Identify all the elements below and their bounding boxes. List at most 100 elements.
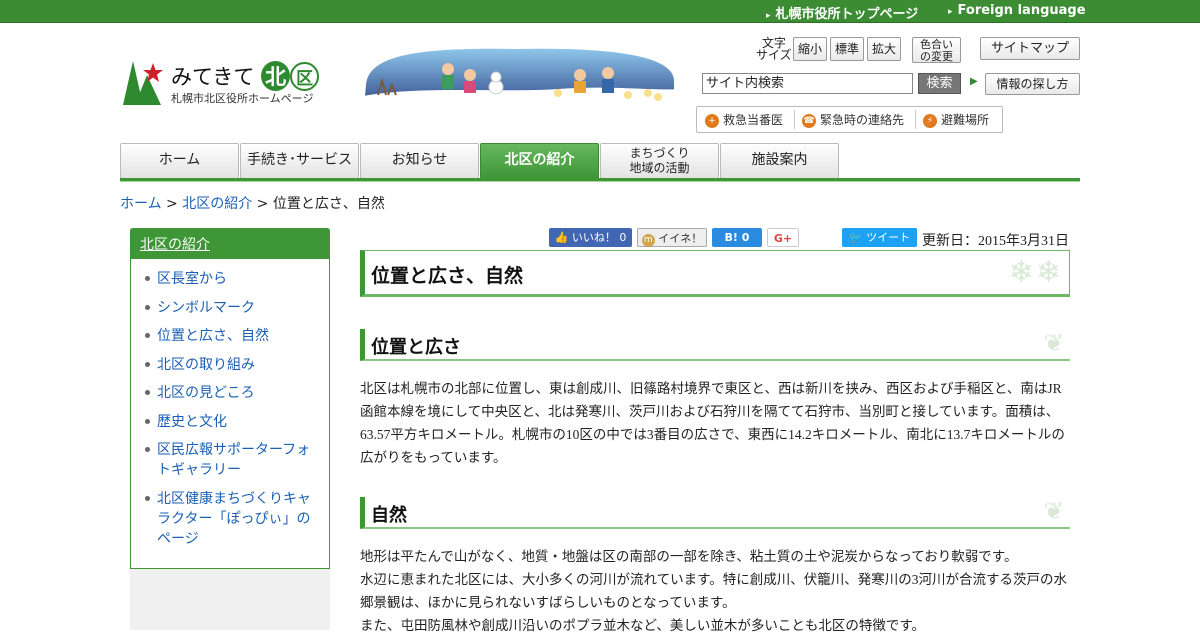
paragraph: また、屯田防風林や創成川沿いのポプラ並木など、美しい並木が多いことも北区の特徴で… bbox=[360, 618, 925, 633]
bird-icon: 🐦 bbox=[848, 231, 863, 244]
mixi-label: イイネ！ bbox=[658, 232, 703, 245]
breadcrumb-home[interactable]: ホーム bbox=[120, 196, 162, 212]
sidebar-item: シンボルマーク bbox=[143, 298, 319, 318]
logo-badge-kita: 北 bbox=[261, 61, 291, 91]
breadcrumb-current: 位置と広さ、自然 bbox=[272, 196, 385, 212]
nav-news[interactable]: お知らせ bbox=[360, 143, 479, 178]
sidebar-item: 区民広報サポーターフォトギャラリー bbox=[143, 440, 319, 480]
breadcrumb-separator: > bbox=[161, 196, 183, 212]
site-logo[interactable]: みてきて 北区 札幌市北区役所ホームページ bbox=[121, 57, 331, 107]
breadcrumb: ホーム > 北区の紹介 > 位置と広さ、自然 bbox=[120, 193, 385, 213]
snow-scene-banner bbox=[358, 48, 678, 107]
arrow-icon: ▸ bbox=[766, 11, 771, 21]
lily-of-the-valley-icon: ❦ bbox=[1043, 329, 1064, 357]
nav-kita-intro[interactable]: 北区の紹介 bbox=[480, 143, 599, 178]
sidebar-link-photo-gallery[interactable]: 区民広報サポーターフォトギャラリー bbox=[157, 442, 310, 478]
tweet-label: ツイート bbox=[866, 231, 911, 244]
phone-icon: ☎ bbox=[802, 114, 816, 128]
sidebar-menu: 区長室から シンボルマーク 位置と広さ、自然 北区の取り組み 北区の見どころ 歴… bbox=[130, 259, 330, 569]
foreign-language-label[interactable]: Foreign language bbox=[958, 3, 1086, 18]
section-heading-location: 位置と広さ ❦ bbox=[360, 329, 1070, 361]
emergency-contact-label[interactable]: 緊急時の連絡先 bbox=[820, 113, 904, 127]
sidebar-heading[interactable]: 北区の紹介 bbox=[130, 228, 330, 259]
hatena-bookmark-button[interactable]: B! 0 bbox=[712, 228, 762, 247]
sidebar: 北区の紹介 区長室から シンボルマーク 位置と広さ、自然 北区の取り組み 北区の… bbox=[130, 228, 330, 630]
site-search-input[interactable]: サイト内検索 bbox=[702, 73, 913, 94]
updated-date: 更新日：2015年3月31日 bbox=[922, 234, 1069, 249]
sidebar-heading-link[interactable]: 北区の紹介 bbox=[140, 237, 210, 253]
sidebar-link-poppy[interactable]: 北区健康まちづくりキャラクター「ぽっぴぃ」のページ bbox=[157, 491, 311, 547]
color-change-button[interactable]: 色合い の変更 bbox=[912, 37, 961, 63]
section-body-nature: 地形は平たんで山がなく、地質・地盤は区の南部の一部を除き、粘土質の土や泥炭からな… bbox=[360, 545, 1070, 637]
logo-title: みてきて bbox=[171, 65, 255, 89]
font-standard-button[interactable]: 標準 bbox=[830, 37, 864, 61]
hospital-icon: + bbox=[705, 114, 719, 128]
breadcrumb-section[interactable]: 北区の紹介 bbox=[182, 196, 252, 212]
paragraph: 北区は札幌市の北部に位置し、東は創成川、旧篠路村境界で東区と、西は新川を挟み、西… bbox=[360, 381, 1065, 465]
twitter-tweet-button[interactable]: 🐦 ツイート bbox=[842, 228, 917, 247]
page-title-box: 位置と広さ、自然 ❄❄ bbox=[360, 250, 1070, 297]
paragraph: 地形は平たんで山がなく、地質・地盤は区の南部の一部を除き、粘土質の土や泥炭からな… bbox=[360, 549, 1018, 564]
logo-badge-ku: 区 bbox=[290, 62, 320, 91]
facebook-like-count: 0 bbox=[619, 231, 627, 244]
snowflake-icon: ❄❄ bbox=[1008, 255, 1063, 290]
sidebar-item: 北区の見どころ bbox=[143, 383, 319, 403]
top-bar: ▸ 札幌市役所トップページ ▸ Foreign language bbox=[0, 0, 1200, 23]
nav-procedures[interactable]: 手続き･サービス bbox=[240, 143, 359, 178]
emergency-links: + 救急当番医 ☎ 緊急時の連絡先 ⚡ 避難場所 bbox=[696, 106, 1003, 133]
sidebar-item: 歴史と文化 bbox=[143, 412, 319, 432]
triangle-right-icon: ▶ bbox=[970, 76, 978, 87]
font-large-button[interactable]: 拡大 bbox=[867, 37, 901, 61]
logo-subtitle: 札幌市北区役所ホームページ bbox=[171, 92, 314, 105]
city-top-link-label[interactable]: 札幌市役所トップページ bbox=[776, 7, 919, 22]
info-search-guide-button[interactable]: 情報の探し方 bbox=[985, 73, 1080, 95]
thumbs-up-icon: 👍 bbox=[554, 231, 569, 244]
nav-facilities[interactable]: 施設案内 bbox=[720, 143, 839, 178]
sidebar-item: 位置と広さ、自然 bbox=[143, 326, 319, 346]
lightning-icon: ⚡ bbox=[923, 114, 937, 128]
facebook-like-label: いいね！ bbox=[571, 231, 616, 244]
breadcrumb-separator: > bbox=[252, 196, 273, 212]
evacuation-site-link[interactable]: ⚡ 避難場所 bbox=[923, 111, 989, 128]
google-plus-button[interactable]: G+ bbox=[767, 228, 799, 247]
section-heading-text: 自然 bbox=[371, 505, 407, 526]
section-heading-text: 位置と広さ bbox=[371, 337, 461, 358]
divider bbox=[915, 110, 916, 129]
global-nav: ホーム 手続き･サービス お知らせ 北区の紹介 まちづくり 地域の活動 施設案内 bbox=[120, 143, 1080, 180]
emergency-doctor-link[interactable]: + 救急当番医 bbox=[705, 111, 783, 128]
sidebar-link-history[interactable]: 歴史と文化 bbox=[157, 414, 227, 430]
emergency-contact-link[interactable]: ☎ 緊急時の連絡先 bbox=[802, 111, 904, 128]
sitemap-button[interactable]: サイトマップ bbox=[980, 37, 1080, 60]
sidebar-item: 北区健康まちづくりキャラクター「ぽっぴぃ」のページ bbox=[143, 489, 319, 549]
foreign-language-link[interactable]: ▸ Foreign language bbox=[948, 3, 1086, 18]
nav-home[interactable]: ホーム bbox=[120, 143, 239, 178]
font-small-button[interactable]: 縮小 bbox=[793, 37, 827, 61]
logo-mark-icon bbox=[123, 61, 163, 105]
evacuation-site-label[interactable]: 避難場所 bbox=[941, 113, 989, 127]
mixi-button[interactable]: m イイネ！ bbox=[637, 228, 707, 247]
sidebar-item: 区長室から bbox=[143, 269, 319, 289]
font-size-label: 文字 サイズ bbox=[756, 36, 792, 62]
section-heading-nature: 自然 ❦ bbox=[360, 497, 1070, 529]
nav-community[interactable]: まちづくり 地域の活動 bbox=[600, 143, 719, 178]
emergency-doctor-label[interactable]: 救急当番医 bbox=[723, 113, 783, 127]
city-top-link[interactable]: ▸ 札幌市役所トップページ bbox=[766, 3, 918, 22]
section-body-location: 北区は札幌市の北部に位置し、東は創成川、旧篠路村境界で東区と、西は新川を挟み、西… bbox=[360, 377, 1070, 469]
paragraph: 水辺に恵まれた北区には、大小多くの河川が流れています。特に創成川、伏籠川、発寒川… bbox=[360, 572, 1067, 610]
hatena-icon: B! bbox=[724, 231, 738, 244]
search-button[interactable]: 検索 bbox=[918, 73, 961, 94]
sidebar-link-mayor[interactable]: 区長室から bbox=[157, 271, 227, 287]
divider bbox=[794, 110, 795, 129]
sidebar-link-location[interactable]: 位置と広さ、自然 bbox=[157, 328, 269, 344]
sidebar-item: 北区の取り組み bbox=[143, 355, 319, 375]
hatena-count: 0 bbox=[741, 231, 750, 244]
sidebar-link-symbol[interactable]: シンボルマーク bbox=[157, 300, 255, 316]
lily-of-the-valley-icon: ❦ bbox=[1043, 497, 1064, 525]
page-title: 位置と広さ、自然 bbox=[371, 265, 524, 287]
sidebar-link-initiatives[interactable]: 北区の取り組み bbox=[157, 357, 255, 373]
facebook-like-button[interactable]: 👍 いいね！ 0 bbox=[549, 228, 632, 247]
sidebar-link-sights[interactable]: 北区の見どころ bbox=[157, 385, 255, 401]
mixi-icon: m bbox=[641, 234, 655, 247]
arrow-icon: ▸ bbox=[948, 7, 953, 17]
nav-underline bbox=[120, 178, 1080, 182]
